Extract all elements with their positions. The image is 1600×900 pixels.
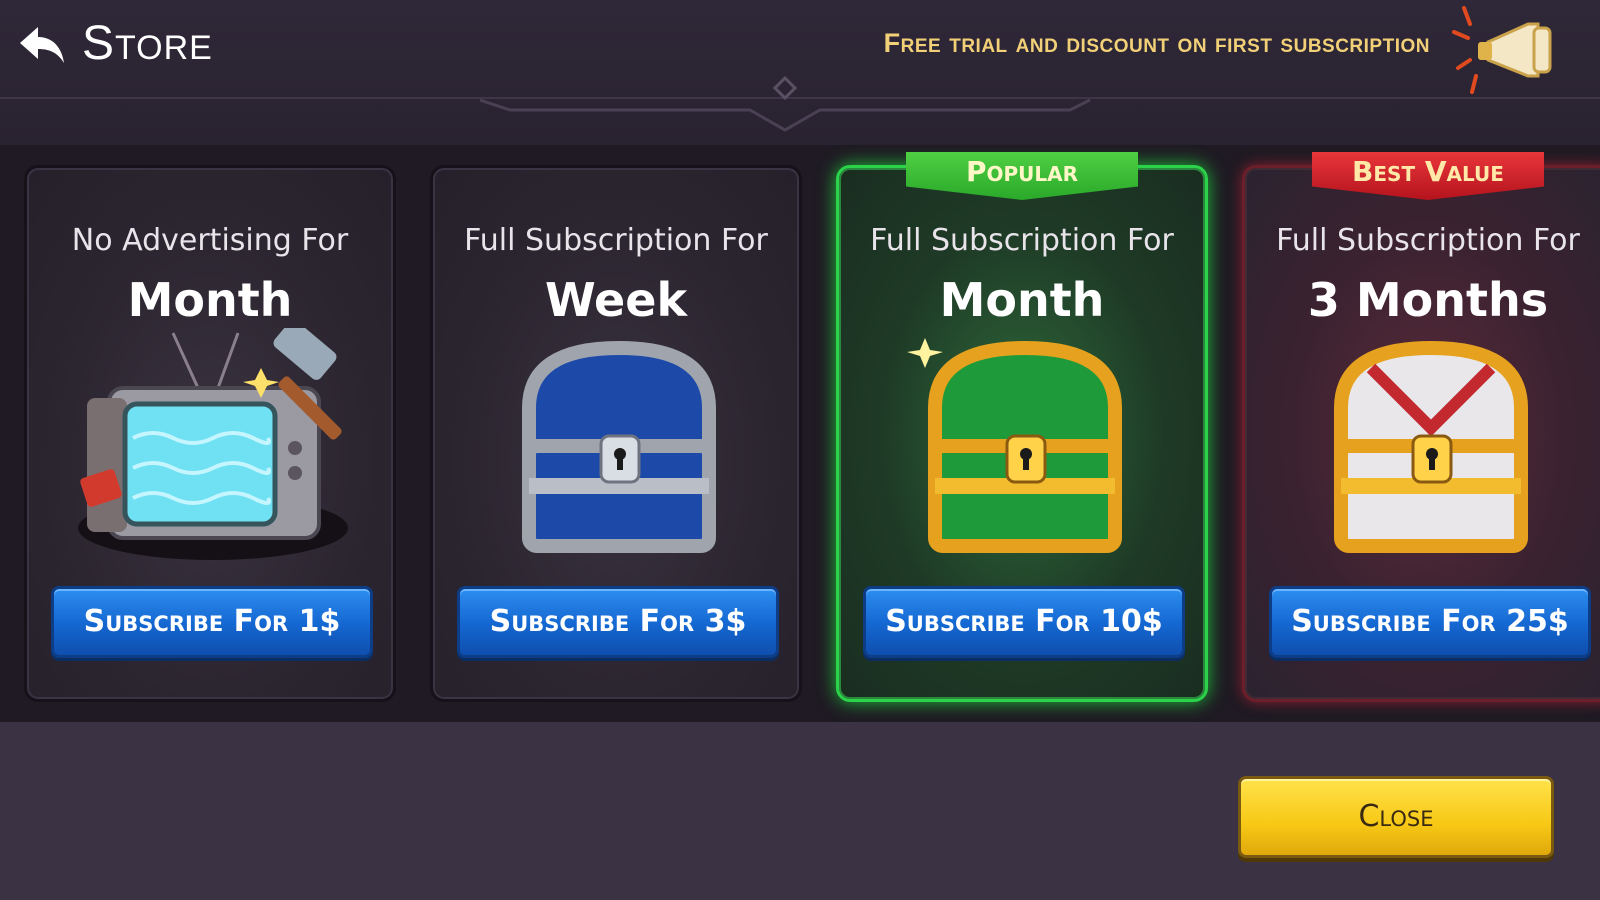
silver-chest-icon [522,340,716,553]
subscribe-button-3[interactable]: Subscribe For 10$ [863,586,1185,658]
gold-green-chest-icon [907,338,1122,553]
back-arrow-icon [20,27,64,63]
subscription-card-month: Popular Full Subscription For Month Subs… [836,152,1208,702]
subscription-card-week: Full Subscription For Week Subscribe For… [430,165,802,702]
card-subtitle: Full Subscription For [1276,223,1580,258]
card-subtitle: Full Subscription For [870,223,1174,258]
subscription-card-3-months: Best Value Full Subscription For 3 Month… [1242,152,1600,702]
store-header: Store Free trial and discount on first s… [0,0,1600,145]
card-subtitle: Full Subscription For [464,223,768,258]
close-button[interactable]: Close [1238,776,1554,858]
header-ornament [480,75,1091,132]
subscribe-button-1[interactable]: Subscribe For 1$ [51,586,373,658]
popular-ribbon: Popular [906,152,1138,200]
page-title: Store [82,17,213,70]
card-period: Month [127,273,293,327]
subscribe-button-2[interactable]: Subscribe For 3$ [457,586,779,658]
promo-banner-text: Free trial and discount on first subscri… [883,28,1430,58]
back-button[interactable] [18,18,70,72]
card-period: Week [544,273,688,327]
gold-red-chest-icon [1334,340,1528,553]
megaphone-icon[interactable] [1450,2,1560,100]
subscribe-button-4[interactable]: Subscribe For 25$ [1269,586,1591,658]
card-period: Month [939,273,1105,327]
best-value-ribbon: Best Value [1312,152,1544,200]
card-period: 3 Months [1307,273,1549,327]
subscription-card-no-ads: No Advertising For Month Subscribe For 1… [24,165,396,702]
card-subtitle: No Advertising For [71,223,349,258]
ad-tv-hammer-icon [78,328,348,560]
